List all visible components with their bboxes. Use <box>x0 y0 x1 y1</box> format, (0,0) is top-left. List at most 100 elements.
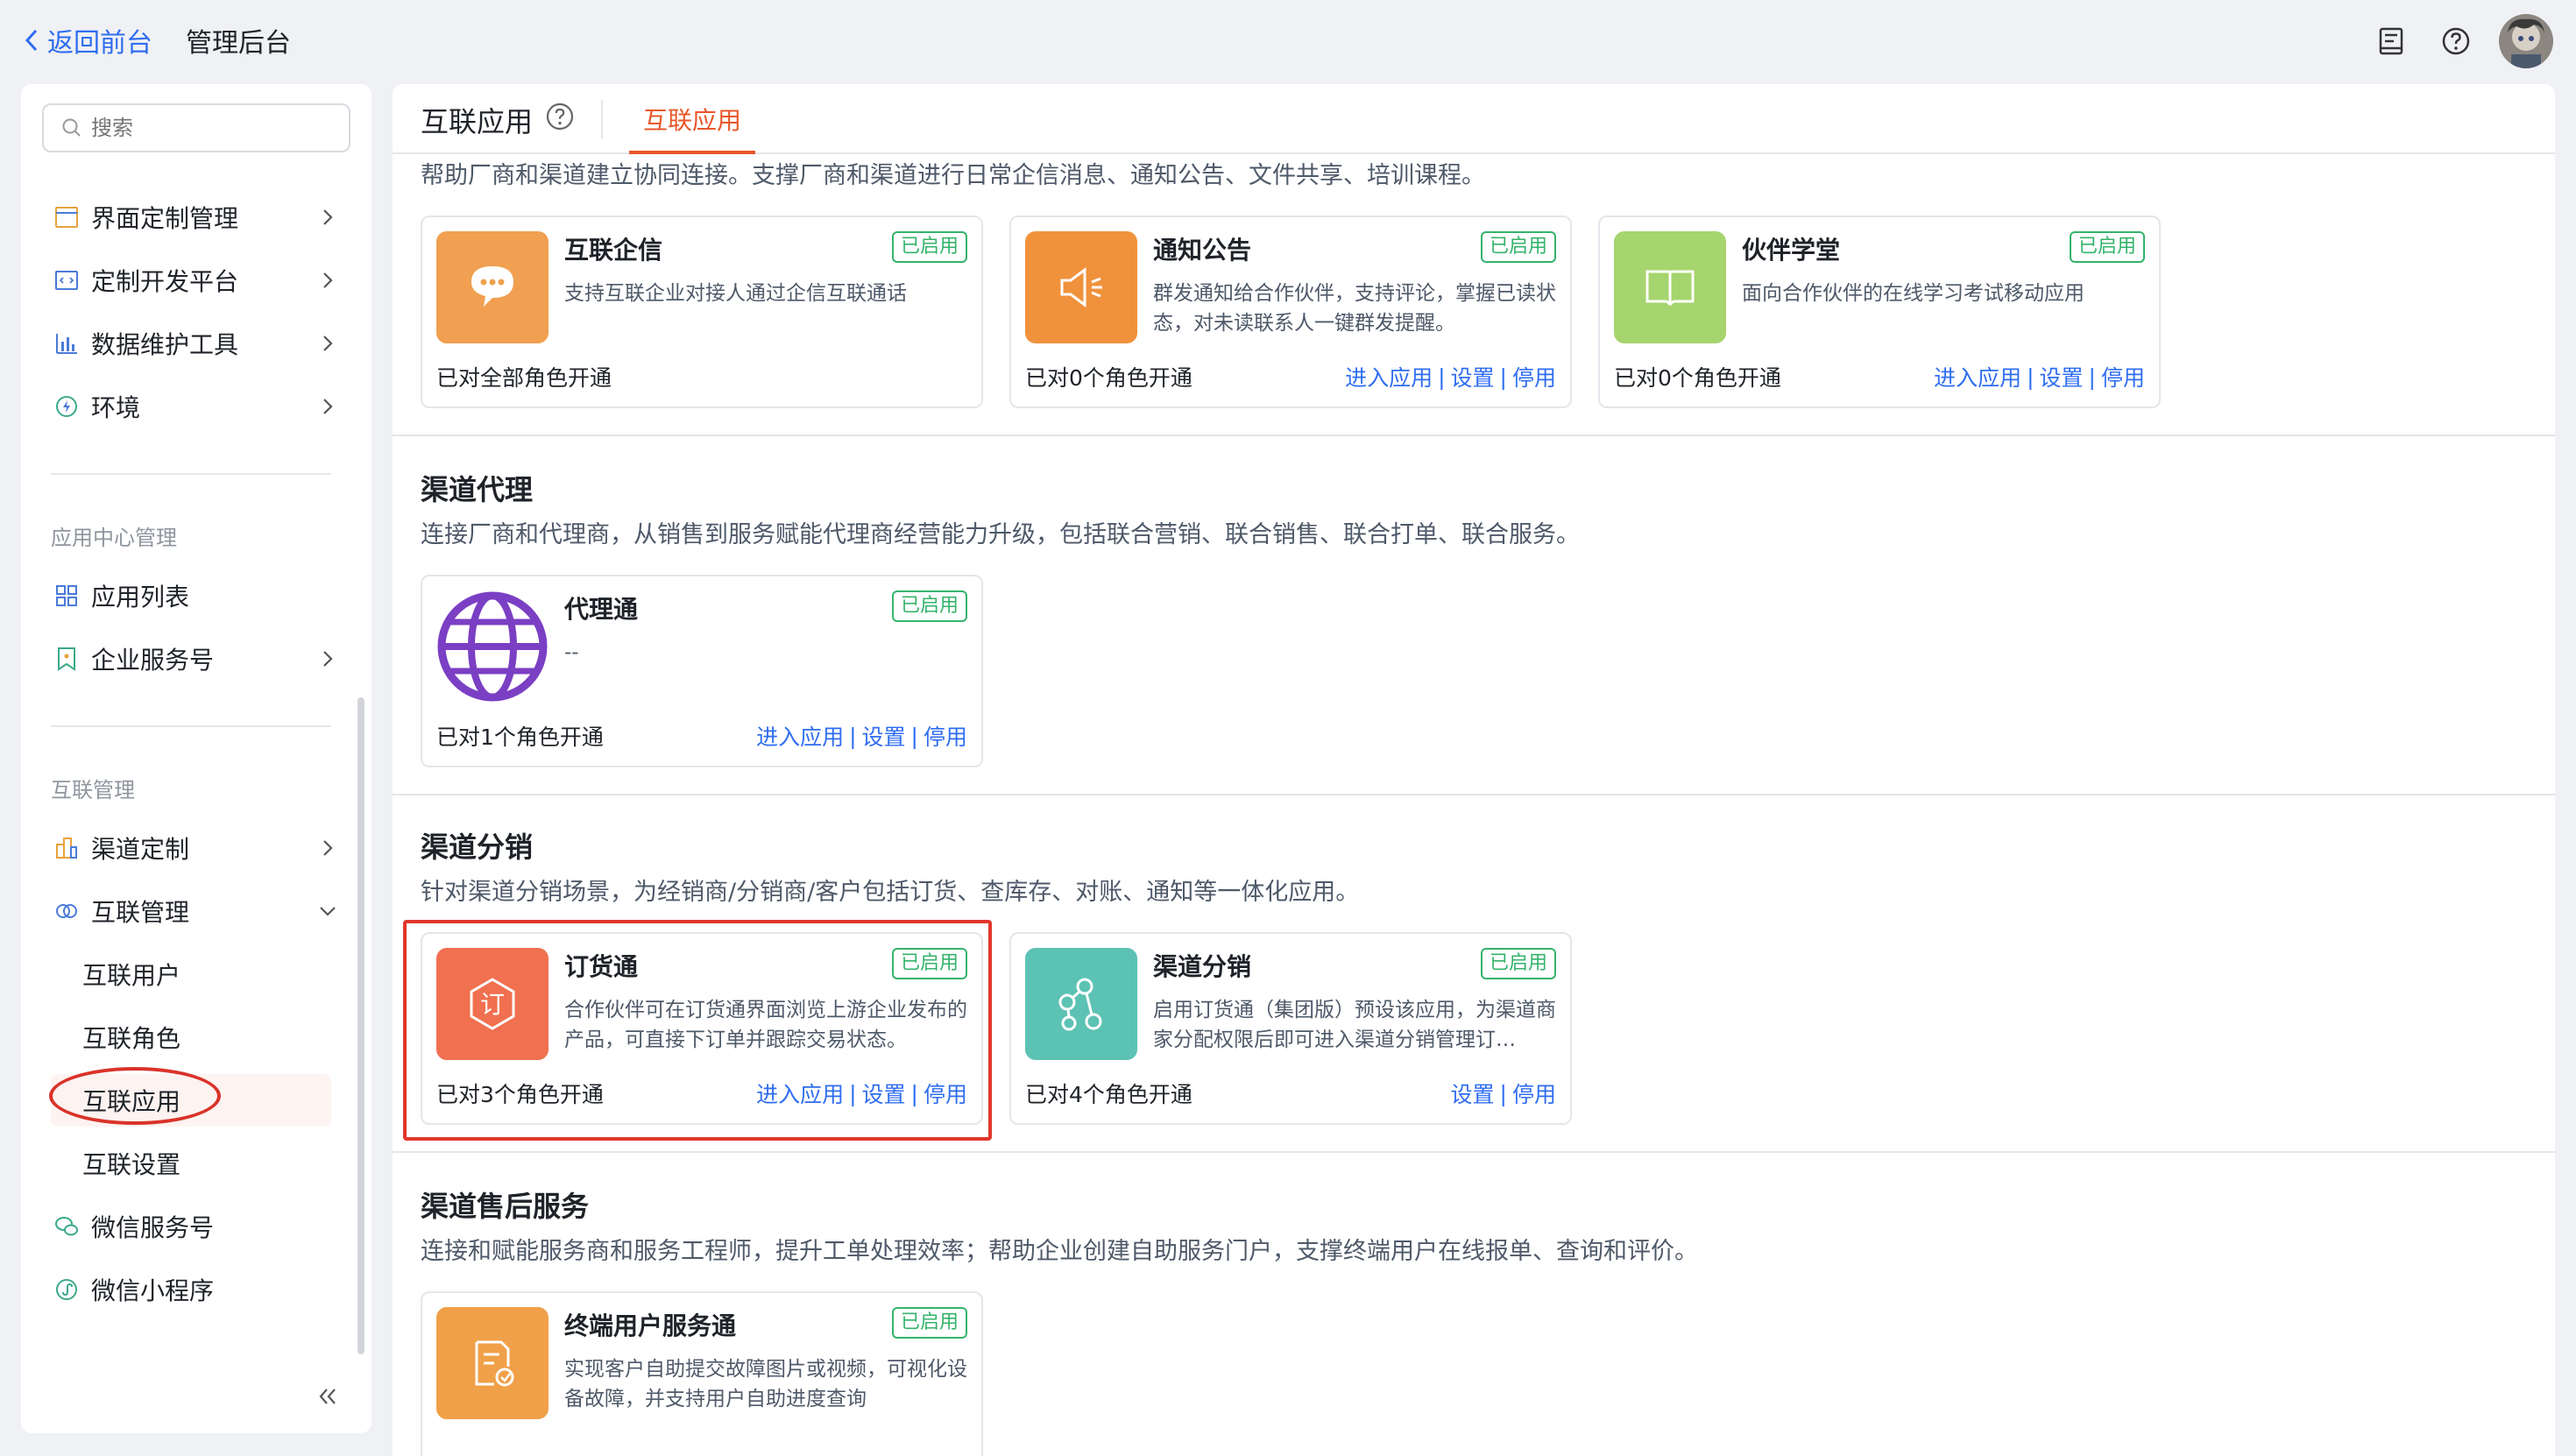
sidebar-sub-interconnect-apps[interactable]: 互联应用 <box>51 1074 331 1127</box>
bookmark-icon <box>58 647 75 671</box>
sidebar-item-layout-management[interactable]: 界面定制管理 <box>42 191 340 244</box>
group-label-app-center: 应用中心管理 <box>51 526 177 550</box>
megaphone-icon <box>1025 231 1137 343</box>
chart-icon <box>56 334 77 354</box>
main-content: 互联应用 互联应用 帮助厂商和渠道建立协同连接。支撑厂商和渠道进行日常企信消息、… <box>393 84 2555 1456</box>
settings-link[interactable]: 设置 <box>862 720 906 752</box>
app-actions: 进入应用 | 设置 | 停用 <box>1934 361 2145 392</box>
sidebar-item-app-list[interactable]: 应用列表 <box>42 569 340 622</box>
back-label: 返回前台 <box>47 28 152 59</box>
svg-text:订: 订 <box>480 990 505 1019</box>
sidebar-item-label: 定制开发平台 <box>91 267 239 296</box>
sidebar-scrollbar[interactable] <box>357 697 364 1354</box>
chevron-left-icon <box>25 29 38 52</box>
grid-icon <box>56 585 77 606</box>
sidebar-item-interconnect-management[interactable]: 互联管理 <box>42 885 340 937</box>
settings-link[interactable]: 设置 <box>2040 361 2084 392</box>
app-name: 代理通 <box>564 595 639 624</box>
app-name: 通知公告 <box>1153 236 1252 265</box>
action-separator: | <box>2027 364 2035 390</box>
app-description: 支持互联企业对接人通过企信互联通话 <box>564 282 907 305</box>
app-card: 代理通 已启用 -- 已对1个角色开通 进入应用 | 设置 | 停用 <box>421 575 983 767</box>
app-description: 启用订货通（集团版）预设该应用，为渠道商家分配权限后即可进入渠道分销管理订… <box>1153 999 1556 1051</box>
status-badge: 已启用 <box>891 1307 967 1339</box>
app-card: 通知公告 已启用 群发通知给合作伙伴，支持评论，掌握已读状态，对未读联系人一键群… <box>1009 216 1572 408</box>
status-badge: 已启用 <box>891 590 967 622</box>
sidebar-item-environment[interactable]: 环境 <box>42 380 340 433</box>
chevron-down-icon <box>320 907 336 916</box>
settings-link[interactable]: 设置 <box>1451 361 1495 392</box>
chevron-right-icon <box>323 209 333 225</box>
status-badge: 已启用 <box>2069 231 2145 263</box>
enter-app-link[interactable]: 进入应用 <box>1934 361 2021 392</box>
app-description: 面向合作伙伴的在线学习考试移动应用 <box>1742 282 2084 305</box>
enter-app-link[interactable]: 进入应用 <box>1345 361 1433 392</box>
settings-link[interactable]: 设置 <box>862 1078 906 1109</box>
status-badge: 已启用 <box>891 231 967 263</box>
app-card: 渠道分销 已启用 启用订货通（集团版）预设该应用，为渠道商家分配权限后即可进入渠… <box>1009 932 1572 1125</box>
sidebar-sub-interconnect-users[interactable]: 互联用户 <box>51 948 331 1000</box>
chat-bubble-icon <box>436 231 548 343</box>
action-separator: | <box>1438 364 1446 390</box>
disable-link[interactable]: 停用 <box>2101 361 2145 392</box>
status-badge: 已启用 <box>1480 231 1556 263</box>
help-icon[interactable] <box>2441 26 2471 56</box>
disable-link[interactable]: 停用 <box>1512 361 1556 392</box>
app-card: 伙伴学堂 已启用 面向合作伙伴的在线学习考试移动应用 已对0个角色开通 进入应用… <box>1598 216 2161 408</box>
chevron-right-icon <box>323 651 333 667</box>
search-input[interactable] <box>91 116 336 140</box>
avatar[interactable] <box>2499 14 2553 68</box>
sidebar-item-label: 环境 <box>91 393 141 422</box>
action-separator: | <box>910 1080 918 1106</box>
search-box[interactable] <box>42 103 350 152</box>
collapse-sidebar-icon[interactable] <box>312 1381 343 1412</box>
sidebar-item-label: 企业服务号 <box>91 646 215 675</box>
back-to-frontend-link[interactable]: 返回前台 <box>21 21 152 60</box>
question-circle-icon[interactable] <box>545 102 575 131</box>
sidebar-item-wechat-mini-program[interactable]: 微信小程序 <box>42 1263 340 1316</box>
tab-interconnect-apps[interactable]: 互联应用 <box>629 84 756 154</box>
sidebar-divider <box>51 725 331 727</box>
globe-icon <box>436 590 548 703</box>
network-icon <box>1025 948 1137 1060</box>
section-description: 针对渠道分销场景，为经销商/分销商/客户包括订货、查库存、对账、通知等一体化应用… <box>421 879 1360 906</box>
section-description: 帮助厂商和渠道建立协同连接。支撑厂商和渠道进行日常企信消息、通知公告、文件共享、… <box>421 162 1485 189</box>
sidebar-item-channel-custom[interactable]: 渠道定制 <box>42 822 340 874</box>
code-icon <box>55 271 78 290</box>
app-name: 订货通 <box>564 952 639 981</box>
section-divider <box>393 1151 2555 1153</box>
layout-icon <box>55 207 78 228</box>
sidebar-item-label: 渠道定制 <box>91 835 190 864</box>
app-name: 渠道分销 <box>1153 952 1252 981</box>
sidebar-item-label: 互联管理 <box>91 898 190 927</box>
enter-app-link[interactable]: 进入应用 <box>756 1078 844 1109</box>
sidebar-item-label: 微信小程序 <box>91 1276 215 1305</box>
building-icon <box>56 838 77 859</box>
main-title: 互联应用 <box>421 105 534 138</box>
chevron-right-icon <box>323 399 333 414</box>
mini-program-icon <box>56 1279 77 1300</box>
status-badge: 已启用 <box>891 948 967 979</box>
disable-link[interactable]: 停用 <box>924 1078 967 1109</box>
sidebar-item-custom-dev-platform[interactable]: 定制开发平台 <box>42 254 340 307</box>
sidebar-sub-interconnect-roles[interactable]: 互联角色 <box>51 1011 331 1064</box>
app-actions: 设置 | 停用 <box>1451 1078 1556 1109</box>
settings-link[interactable]: 设置 <box>1451 1078 1495 1109</box>
main-header: 互联应用 互联应用 <box>393 84 2555 154</box>
sidebar-item-label: 界面定制管理 <box>91 204 239 233</box>
section-divider <box>393 794 2555 795</box>
disable-link[interactable]: 停用 <box>924 720 967 752</box>
enter-app-link[interactable]: 进入应用 <box>756 720 844 752</box>
action-separator: | <box>1499 1080 1507 1106</box>
sidebar-item-wechat-service[interactable]: 微信服务号 <box>42 1200 340 1253</box>
app-role-status: 已对3个角色开通 <box>436 1082 604 1107</box>
section-title: 渠道售后服务 <box>421 1190 590 1223</box>
app-card: 订 订货通 已启用 合作伙伴可在订货通界面浏览上游企业发布的产品，可直接下订单并… <box>421 932 983 1125</box>
app-card: 互联企信 已启用 支持互联企业对接人通过企信互联通话 已对全部角色开通 <box>421 216 983 408</box>
service-form-icon <box>436 1307 548 1419</box>
sidebar-item-data-tools[interactable]: 数据维护工具 <box>42 317 340 370</box>
sidebar-sub-interconnect-settings[interactable]: 互联设置 <box>51 1137 331 1190</box>
sidebar-item-enterprise-service[interactable]: 企业服务号 <box>42 633 340 685</box>
disable-link[interactable]: 停用 <box>1512 1078 1556 1109</box>
notebook-icon[interactable] <box>2376 26 2406 56</box>
